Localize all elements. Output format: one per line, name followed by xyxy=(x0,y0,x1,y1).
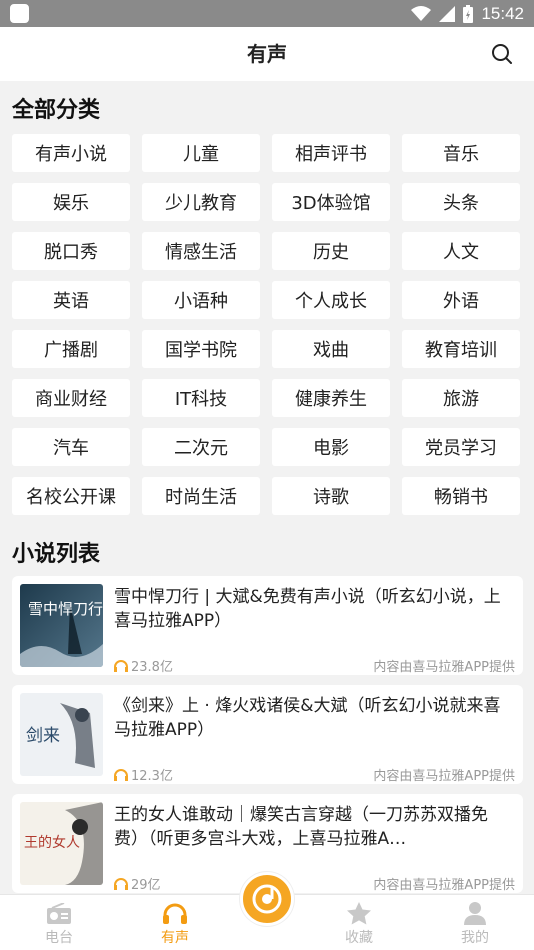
category-item[interactable]: 人文 xyxy=(402,232,520,270)
category-item[interactable]: 二次元 xyxy=(142,428,260,466)
cover-title: 剑来 xyxy=(26,726,60,746)
tab-label: 收藏 xyxy=(345,930,373,946)
category-item[interactable]: 情感生活 xyxy=(142,232,260,270)
book-cover-image: 王的女人 xyxy=(20,802,103,885)
play-count: 29亿 xyxy=(114,874,161,893)
novel-title: 雪中悍刀行 | 大斌&免费有声小说（听玄幻小说，上喜马拉雅APP） xyxy=(114,587,501,631)
page-title: 有声 xyxy=(247,42,287,66)
category-item[interactable]: 头条 xyxy=(402,183,520,221)
category-item[interactable]: 外语 xyxy=(402,281,520,319)
category-item[interactable]: 教育培训 xyxy=(402,330,520,368)
category-item[interactable]: 商业财经 xyxy=(12,379,130,417)
system-icons: 15:42 xyxy=(411,0,524,27)
category-item[interactable]: 儿童 xyxy=(142,134,260,172)
person-icon xyxy=(464,902,486,925)
tab-audio[interactable]: 有声 xyxy=(135,895,215,950)
play-count-value: 23.8亿 xyxy=(131,660,173,675)
signal-icon xyxy=(439,5,456,22)
tab-label: 电台 xyxy=(45,930,73,946)
category-item[interactable]: 3D体验馆 xyxy=(272,183,390,221)
play-button[interactable] xyxy=(240,872,294,926)
category-item[interactable]: 少儿教育 xyxy=(142,183,260,221)
category-item[interactable]: 广播剧 xyxy=(12,330,130,368)
category-item[interactable]: 电影 xyxy=(272,428,390,466)
headphones-icon xyxy=(114,877,128,890)
novel-card[interactable]: 雪中悍刀行 雪中悍刀行 | 大斌&免费有声小说（听玄幻小说，上喜马拉雅APP） … xyxy=(12,576,523,675)
content-source: 内容由喜马拉雅APP提供 xyxy=(373,660,515,675)
play-disc-icon xyxy=(252,884,282,914)
category-item[interactable]: 小语种 xyxy=(142,281,260,319)
tab-label: 我的 xyxy=(461,930,489,946)
headphones-icon xyxy=(114,768,128,781)
headphones-icon xyxy=(114,659,128,672)
category-item[interactable]: 戏曲 xyxy=(272,330,390,368)
categories-heading: 全部分类 xyxy=(12,98,101,123)
tab-profile[interactable]: 我的 xyxy=(435,895,515,950)
novel-list-heading: 小说列表 xyxy=(12,542,101,567)
category-item[interactable]: 畅销书 xyxy=(402,477,520,515)
category-grid: 有声小说 儿童 相声评书 音乐 娱乐 少儿教育 3D体验馆 头条 脱口秀 情感生… xyxy=(12,134,522,515)
category-item[interactable]: 时尚生活 xyxy=(142,477,260,515)
book-cover-image: 剑来 xyxy=(20,693,103,776)
play-count: 12.3亿 xyxy=(114,765,173,784)
novel-title: 王的女人谁敢动｜爆笑古言穿越（一刀苏苏双播免费）（听更多宫斗大戏，上喜马拉雅A… xyxy=(114,805,488,849)
header: 有声 xyxy=(0,27,534,81)
category-item[interactable]: 党员学习 xyxy=(402,428,520,466)
category-item[interactable]: 相声评书 xyxy=(272,134,390,172)
novel-title: 《剑来》上 · 烽火戏诸侯&大斌（听玄幻小说就来喜马拉雅APP） xyxy=(114,696,501,740)
wifi-icon xyxy=(411,5,432,21)
book-cover-image: 雪中悍刀行 xyxy=(20,584,103,667)
tab-favorites[interactable]: 收藏 xyxy=(319,895,399,950)
search-icon[interactable] xyxy=(490,42,514,66)
content-source: 内容由喜马拉雅APP提供 xyxy=(373,878,515,893)
category-item[interactable]: 国学书院 xyxy=(142,330,260,368)
category-item[interactable]: 汽车 xyxy=(12,428,130,466)
category-item[interactable]: 个人成长 xyxy=(272,281,390,319)
category-item[interactable]: IT科技 xyxy=(142,379,260,417)
category-item[interactable]: 音乐 xyxy=(402,134,520,172)
play-count: 23.8亿 xyxy=(114,656,173,675)
category-item[interactable]: 历史 xyxy=(272,232,390,270)
tab-label: 有声 xyxy=(161,930,189,946)
category-item[interactable]: 英语 xyxy=(12,281,130,319)
category-item[interactable]: 有声小说 xyxy=(12,134,130,172)
play-count-value: 29亿 xyxy=(131,878,161,893)
content-source: 内容由喜马拉雅APP提供 xyxy=(373,769,515,784)
category-item[interactable]: 名校公开课 xyxy=(12,477,130,515)
battery-icon xyxy=(463,4,474,23)
category-item[interactable]: 诗歌 xyxy=(272,477,390,515)
novel-card[interactable]: 剑来 《剑来》上 · 烽火戏诸侯&大斌（听玄幻小说就来喜马拉雅APP） 12.3… xyxy=(12,685,523,784)
category-item[interactable]: 旅游 xyxy=(402,379,520,417)
tab-radio[interactable]: 电台 xyxy=(19,895,99,950)
cover-title: 雪中悍刀行 xyxy=(28,600,103,618)
status-bar: 15:42 xyxy=(0,0,534,27)
radio-icon xyxy=(47,903,71,924)
cover-title: 王的女人 xyxy=(24,834,80,851)
category-item[interactable]: 娱乐 xyxy=(12,183,130,221)
category-item[interactable]: 脱口秀 xyxy=(12,232,130,270)
status-time: 15:42 xyxy=(481,3,524,23)
headphones-icon xyxy=(163,903,187,924)
app-notification-icon xyxy=(10,4,29,23)
category-item[interactable]: 健康养生 xyxy=(272,379,390,417)
novel-list: 雪中悍刀行 雪中悍刀行 | 大斌&免费有声小说（听玄幻小说，上喜马拉雅APP） … xyxy=(12,576,523,903)
star-icon xyxy=(347,902,371,925)
play-count-value: 12.3亿 xyxy=(131,769,173,784)
